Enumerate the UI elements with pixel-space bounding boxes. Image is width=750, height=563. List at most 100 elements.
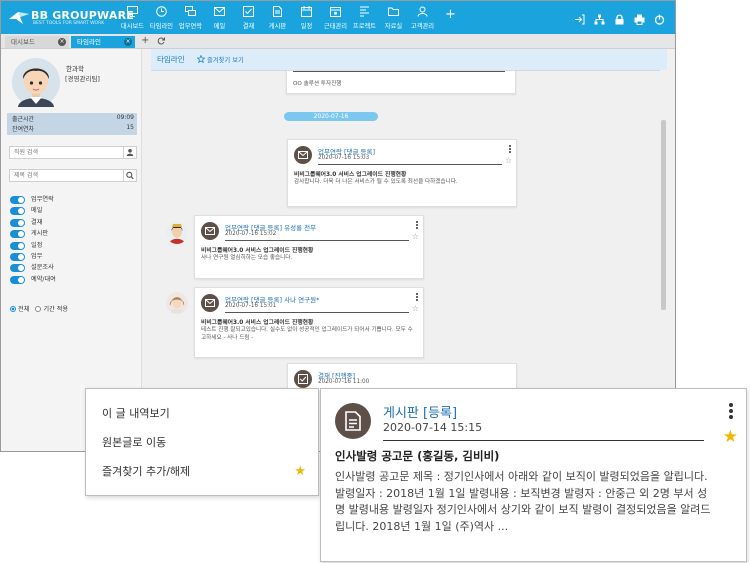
power-icon[interactable]	[654, 10, 665, 25]
menu-item-toggle-favorite[interactable]: 즐겨찾기 추가/해제	[102, 463, 190, 479]
toggle-switch[interactable]	[10, 264, 25, 273]
tab-close-icon[interactable]: ×	[124, 38, 132, 46]
zoomed-timeline-card[interactable]: 게시판 [등록] 2020-07-14 15:15 인사발령 공고문 (홍길동,…	[320, 388, 747, 562]
card-date: 2020-07-14 15:15	[383, 421, 483, 434]
radio-button[interactable]	[35, 306, 42, 312]
radio-button[interactable]	[10, 306, 16, 312]
person-search-input[interactable]: 직원 검색	[9, 146, 137, 159]
star-outline-icon[interactable]: ☆	[412, 233, 419, 241]
toggle-switch[interactable]	[10, 207, 25, 216]
favorites-label: 즐겨찾기 보기	[207, 57, 244, 64]
star-outline-icon[interactable]: ☆	[412, 305, 419, 313]
filter-label: 업무연락	[31, 196, 54, 203]
card-divider	[225, 240, 409, 241]
timeline-card[interactable]: 업무연락 [댓글 등록] 사나 연구원* 2020-07-16 15:01 비비…	[194, 287, 424, 358]
groupware-window: BB GROUPWARE BEST TOOLS FOR SMART WORK 대…	[0, 0, 676, 452]
tab-strip: 대시보드 × 타임라인 × +	[1, 34, 675, 49]
work-start-value: 09:09	[116, 114, 134, 121]
tab-close-icon[interactable]: ×	[58, 38, 66, 46]
mail-icon	[205, 299, 215, 307]
card-subject: 인사발령 공고문 (홍길동, 김비비)	[335, 449, 500, 463]
favorites-toggle[interactable]: 즐겨찾기 보기	[196, 54, 244, 64]
date-separator: 2020-07-16	[284, 112, 378, 121]
menu-item-view-history[interactable]: 이 글 내역보기	[102, 405, 170, 421]
refresh-icon[interactable]	[157, 37, 165, 45]
card-body: 인사발령 공고문 제목 : 정기인사에서 아래와 같이 보직이 발령되었음을 알…	[335, 470, 711, 533]
more-menu-icon[interactable]	[729, 403, 733, 420]
filter-label: 게시판	[31, 230, 49, 238]
filter-label: 예약/대여	[31, 275, 56, 283]
more-menu-icon[interactable]	[416, 293, 418, 303]
card-type-badge	[201, 294, 219, 312]
project-icon	[360, 6, 369, 17]
attendance-summary: 출근시간 09:09 잔여연차 15	[7, 113, 137, 135]
period-options: 전체 기간 적용	[10, 304, 68, 313]
mail-icon	[298, 151, 308, 159]
lock-icon[interactable]	[614, 10, 625, 25]
monitor-icon	[127, 6, 138, 17]
approval-icon	[298, 374, 308, 384]
card-title[interactable]: 게시판 [등록]	[383, 402, 457, 421]
card-date: 2020-07-16 11:00	[318, 379, 370, 385]
star-outline-icon[interactable]: ☆	[505, 157, 512, 165]
filter-label: 일정	[31, 241, 43, 249]
nav-label: 고객관리	[410, 23, 435, 30]
card-divider	[225, 312, 409, 313]
star-filled-icon[interactable]: ★	[723, 429, 738, 446]
card-subject: 비비그룹웨어3.0 서비스 업그레이드 진행현황	[294, 172, 407, 178]
title-search-placeholder: 제목 검색	[14, 172, 38, 179]
login-icon[interactable]	[574, 10, 585, 25]
title-search-input[interactable]: 제목 검색	[9, 169, 137, 182]
card-type-badge	[201, 222, 219, 240]
card-context-menu: 이 글 내역보기 원본글로 이동 즐겨찾기 추가/해제 ★	[85, 388, 319, 496]
timeline-card[interactable]: 업무연락 [댓글 등록] 2020-07-16 15:03 비비그룹웨어3.0 …	[287, 139, 517, 207]
timeline-card[interactable]: 업무연락 [댓글 등록] 유성룡 전무 2020-07-16 15:02 비비그…	[194, 215, 424, 279]
timeline-card-partial[interactable]: OO 솔루션 투자진행	[286, 70, 516, 94]
card-body: 감사합니다. 더욱 더 나은 서비스가 될 수 있도록 최선을 다하겠습니다.	[294, 179, 458, 185]
card-type-badge	[335, 403, 371, 439]
star-filled-icon[interactable]: ★	[294, 464, 306, 479]
toggle-switch[interactable]	[10, 252, 25, 261]
menu-item-go-original[interactable]: 원본글로 이동	[102, 434, 166, 450]
user-avatar[interactable]	[166, 292, 188, 314]
print-icon[interactable]	[634, 10, 645, 25]
user-department: [경영관리팀]	[65, 75, 100, 83]
approval-icon	[243, 6, 254, 17]
toggle-switch[interactable]	[10, 196, 25, 204]
radio-label: 기간 적용	[43, 306, 69, 313]
add-menu-button[interactable]: +	[445, 7, 456, 22]
card-body: 사나 연구원 열심히하는 모습 좋습니다.	[201, 255, 293, 261]
logo-subtitle: BEST TOOLS FOR SMART WORK	[33, 21, 105, 26]
search-icon[interactable]	[123, 170, 136, 181]
user-avatar[interactable]	[11, 57, 61, 107]
work-start-label: 출근시간	[12, 116, 35, 123]
sitemap-icon[interactable]	[594, 10, 605, 25]
attendance-icon	[330, 7, 341, 17]
scrollbar-thumb[interactable]	[661, 120, 666, 310]
user-avatar[interactable]	[166, 222, 188, 244]
filter-label: 업무	[31, 252, 43, 260]
remaining-leave-label: 잔여연차	[12, 126, 35, 133]
radio-period[interactable]: 기간 적용	[35, 306, 68, 313]
toggle-switch[interactable]	[10, 275, 25, 284]
more-menu-icon[interactable]	[416, 221, 418, 231]
filter-label: 결재	[31, 218, 43, 226]
card-divider	[293, 71, 505, 72]
card-divider	[318, 164, 502, 165]
card-body: OO 솔루션 투자진행	[293, 81, 342, 87]
tab-dashboard[interactable]: 대시보드 ×	[5, 36, 69, 48]
filter-label: 메일	[31, 207, 43, 215]
card-date: 2020-07-16 15:02	[225, 231, 277, 237]
tab-timeline[interactable]: 타임라인 ×	[71, 36, 135, 48]
radio-all[interactable]: 전체	[10, 306, 29, 313]
timeline-titlebar: 타임라인 즐겨찾기 보기	[151, 49, 667, 71]
add-tab-icon[interactable]: +	[141, 35, 149, 46]
more-menu-icon[interactable]	[509, 145, 511, 155]
toggle-switch[interactable]	[10, 230, 25, 239]
person-icon[interactable]	[123, 147, 136, 158]
nav-customer[interactable]: 고객관리	[408, 1, 437, 34]
toggle-switch[interactable]	[10, 241, 25, 250]
toggle-switch[interactable]	[10, 218, 25, 227]
filter-label: 설문조사	[31, 264, 54, 272]
logo-bird-icon	[9, 12, 29, 24]
